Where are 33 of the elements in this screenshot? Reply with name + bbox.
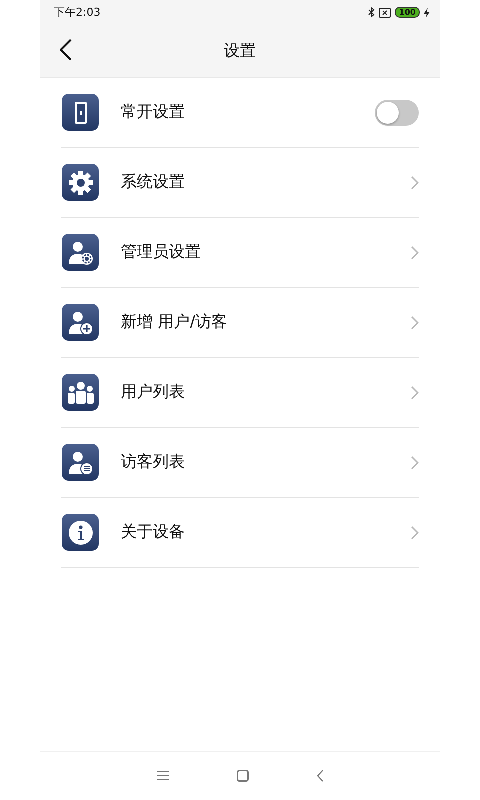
chevron-right-icon	[411, 176, 419, 190]
menu-icon	[156, 771, 168, 781]
battery-level: 100	[395, 7, 420, 18]
toggle-switch[interactable]	[375, 100, 419, 126]
charging-icon	[424, 8, 430, 18]
chevron-right-icon	[411, 526, 419, 540]
sim-off-icon	[379, 8, 392, 18]
chevron-right-icon	[411, 246, 419, 260]
home-button[interactable]	[236, 770, 248, 782]
user-gear-icon	[68, 240, 94, 266]
chevron-right-icon	[411, 316, 419, 330]
menu-button[interactable]	[156, 771, 168, 781]
chevron-right-icon	[411, 386, 419, 400]
user-list-icon	[68, 450, 94, 476]
menu-item[interactable]: 系统设置	[121, 172, 411, 193]
info-icon	[68, 520, 94, 546]
back-icon	[316, 770, 324, 782]
menu-item[interactable]: 关于设备	[121, 522, 411, 543]
menu-item[interactable]: 访客列表	[121, 452, 411, 473]
menu-item[interactable]: 常开设置	[121, 102, 375, 123]
status-time: 下午2:03	[54, 5, 101, 20]
settings-icon	[68, 170, 94, 196]
menu-item[interactable]: 新增 用户/访客	[121, 312, 411, 333]
chevron-right-icon	[411, 456, 419, 470]
menu-item[interactable]: 管理员设置	[121, 242, 411, 263]
back-icon	[60, 39, 72, 61]
page-title: 设置	[224, 40, 256, 62]
back-nav-button[interactable]	[316, 770, 324, 782]
home-icon	[236, 770, 248, 782]
group-icon	[66, 380, 94, 404]
user-plus-icon	[68, 310, 94, 336]
bluetooth-icon	[368, 7, 376, 18]
menu-item[interactable]: 用户列表	[121, 382, 411, 403]
